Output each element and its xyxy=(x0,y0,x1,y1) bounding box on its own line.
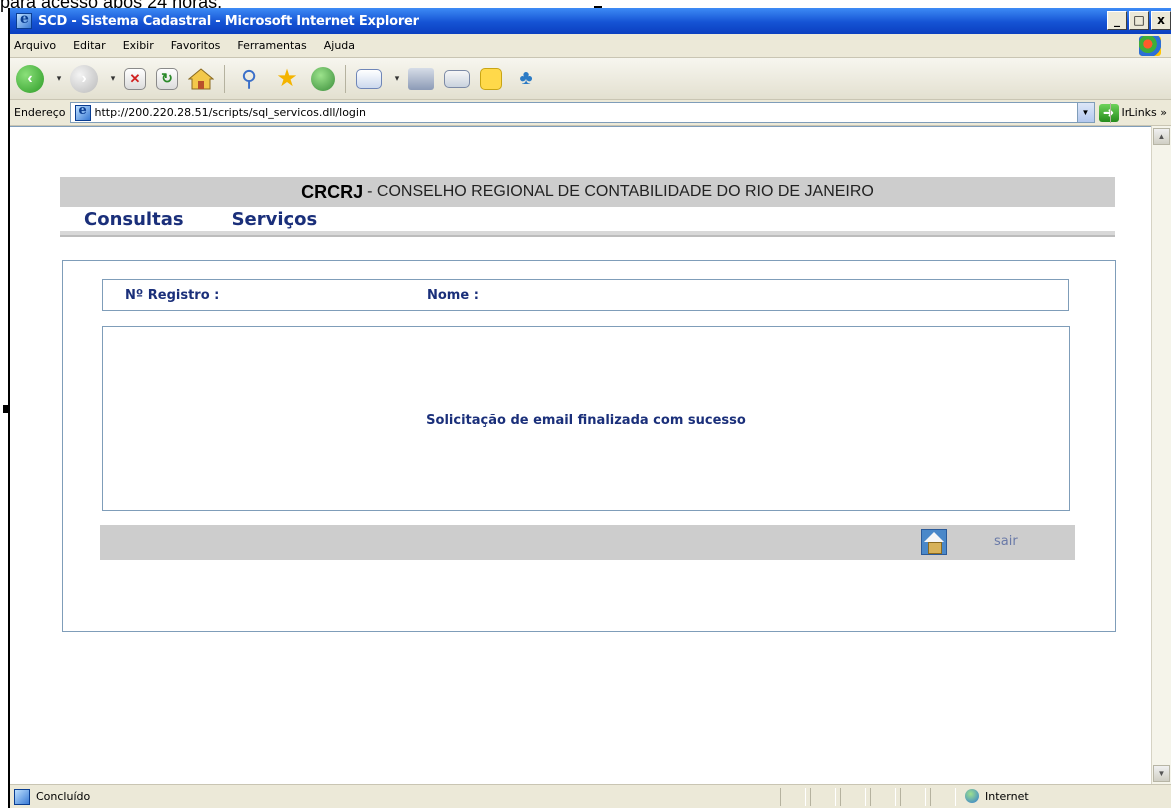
ie-logo-icon xyxy=(16,11,32,29)
windows-logo-icon xyxy=(1139,36,1161,56)
nav-divider xyxy=(60,231,1115,237)
status-pane xyxy=(780,788,806,806)
status-pane xyxy=(810,788,836,806)
edit-icon[interactable] xyxy=(444,69,470,88)
vertical-scrollbar[interactable]: ▲ ▼ xyxy=(1151,126,1171,784)
page-status-icon xyxy=(14,788,30,805)
page-icon xyxy=(74,103,91,121)
history-icon[interactable] xyxy=(311,66,335,91)
toolbar-separator xyxy=(345,64,346,93)
refresh-icon[interactable]: ↻ xyxy=(156,67,178,90)
zone-text: Internet xyxy=(985,789,1029,803)
stop-icon[interactable]: ✕ xyxy=(124,67,146,90)
registro-label: Nº Registro : xyxy=(125,288,220,303)
window-controls: _ □ x xyxy=(1107,11,1171,30)
nav-consultas[interactable]: Consultas xyxy=(84,209,184,230)
action-bar: sair xyxy=(100,525,1075,560)
go-button[interactable]: ➜ Ir xyxy=(1098,103,1129,122)
maximize-button[interactable]: □ xyxy=(1129,11,1149,30)
page-viewport: CRCRJ - CONSELHO REGIONAL DE CONTABILIDA… xyxy=(10,126,1153,784)
search-icon[interactable]: ⚲ xyxy=(235,65,263,93)
print-icon[interactable] xyxy=(408,67,434,90)
menu-arquivo[interactable]: Arquivo xyxy=(14,39,56,52)
links-button[interactable]: Links » xyxy=(1129,106,1167,119)
messenger-icon[interactable]: ♣ xyxy=(512,65,540,93)
menu-bar: Arquivo Editar Exibir Favoritos Ferramen… xyxy=(10,34,1171,58)
success-message: Solicitação de email finalizada com suce… xyxy=(426,413,746,428)
favorites-icon[interactable]: ★ xyxy=(273,65,301,93)
home-icon[interactable] xyxy=(921,529,947,555)
nav-servicos[interactable]: Serviços xyxy=(232,209,318,230)
browser-window: SCD - Sistema Cadastral - Microsoft Inte… xyxy=(8,8,1171,808)
toolbar-separator xyxy=(224,64,225,93)
back-icon[interactable]: ‹ xyxy=(16,64,44,93)
address-dropdown-icon[interactable]: ▼ xyxy=(1076,103,1094,122)
title-bar[interactable]: SCD - Sistema Cadastral - Microsoft Inte… xyxy=(10,8,1171,34)
go-arrow-icon: ➜ xyxy=(1098,103,1119,122)
address-label: Endereço xyxy=(14,106,66,119)
menu-ajuda[interactable]: Ajuda xyxy=(324,39,355,52)
forward-dropdown-icon[interactable]: ▾ xyxy=(108,65,118,93)
back-dropdown-icon[interactable]: ▾ xyxy=(54,65,64,93)
address-bar: Endereço http://200.220.28.51/scripts/sq… xyxy=(10,100,1171,126)
mail-dropdown-icon[interactable]: ▾ xyxy=(392,65,402,93)
menu-favoritos[interactable]: Favoritos xyxy=(171,39,221,52)
status-pane xyxy=(930,788,956,806)
site-full-name: - CONSELHO REGIONAL DE CONTABILIDADE DO … xyxy=(367,183,874,200)
window-title: SCD - Sistema Cadastral - Microsoft Inte… xyxy=(38,13,419,29)
status-text: Concluído xyxy=(36,790,91,803)
menu-editar[interactable]: Editar xyxy=(73,39,106,52)
status-pane xyxy=(900,788,926,806)
site-header: CRCRJ - CONSELHO REGIONAL DE CONTABILIDA… xyxy=(60,177,1115,207)
home-icon[interactable] xyxy=(188,67,214,91)
message-box: Solicitação de email finalizada com suce… xyxy=(102,326,1070,511)
user-info-row: Nº Registro : Nome : xyxy=(102,279,1069,311)
close-button[interactable]: x xyxy=(1151,11,1171,30)
scroll-down-icon[interactable]: ▼ xyxy=(1153,765,1170,782)
status-pane xyxy=(840,788,866,806)
nome-label: Nome : xyxy=(427,288,479,303)
address-url[interactable]: http://200.220.28.51/scripts/sql_servico… xyxy=(95,106,366,119)
menu-ferramentas[interactable]: Ferramentas xyxy=(237,39,306,52)
internet-globe-icon xyxy=(965,789,979,803)
site-nav: Consultas Serviços xyxy=(84,209,365,230)
forward-icon[interactable]: › xyxy=(70,64,98,93)
mail-icon[interactable] xyxy=(356,68,382,89)
notes-icon[interactable] xyxy=(480,67,502,90)
minimize-button[interactable]: _ xyxy=(1107,11,1127,30)
address-input[interactable]: http://200.220.28.51/scripts/sql_servico… xyxy=(69,102,1095,123)
status-pane xyxy=(870,788,896,806)
scroll-up-icon[interactable]: ▲ xyxy=(1153,128,1170,145)
menu-exibir[interactable]: Exibir xyxy=(123,39,154,52)
status-bar: Concluído Internet xyxy=(10,784,1171,808)
links-separator xyxy=(1110,103,1111,123)
security-zone: Internet xyxy=(965,789,1029,803)
sair-link[interactable]: sair xyxy=(994,534,1018,549)
standard-toolbar: ‹ ▾ › ▾ ✕ ↻ ⚲ ★ ▾ ♣ xyxy=(10,58,1171,100)
site-brand: CRCRJ xyxy=(301,181,364,202)
